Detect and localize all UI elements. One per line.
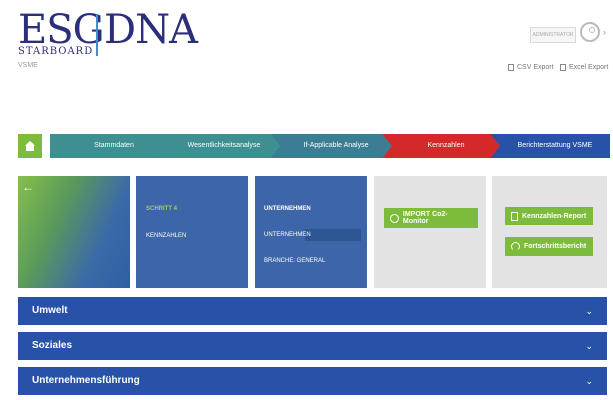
user-name-label[interactable]: ADMINISTRATOR (530, 27, 576, 43)
progress-steps: Stammdaten Wesentlichkeitsanalyse If-App… (50, 134, 610, 158)
report-card (492, 176, 607, 288)
report-document-icon (511, 211, 518, 221)
logo-tagline: STARBOARD (18, 46, 94, 57)
step-if-applicable-analyse[interactable]: If-Applicable Analyse (270, 134, 392, 158)
company-item[interactable]: UNTERNEHMEN (264, 232, 311, 238)
chevron-down-icon: ⌄ (585, 341, 593, 351)
csv-export-button[interactable]: CSV Export (508, 64, 554, 71)
step-kennzahlen[interactable]: Kennzahlen (382, 134, 500, 158)
download-circle-icon (390, 213, 399, 223)
step-card-title: SCHRITT 4 (146, 206, 178, 212)
back-panel (18, 176, 130, 288)
chevron-down-icon: ⌄ (585, 306, 593, 316)
document-icon (508, 64, 514, 71)
step-stammdaten[interactable]: Stammdaten (50, 134, 168, 158)
chevron-down-icon: ⌄ (585, 376, 593, 386)
csv-export-label: CSV Export (517, 64, 554, 71)
step-card-subtitle: KENNZAHLEN (146, 233, 187, 239)
report-label: Kennzahlen-Report (522, 212, 587, 220)
document-icon (560, 64, 566, 71)
import-co2-monitor-button[interactable]: IMPORT Co2-Monitor (384, 208, 478, 228)
step-berichterstattung-vsme[interactable]: Berichterstattung VSME (490, 134, 610, 158)
gauge-icon (511, 242, 520, 251)
logo-divider (96, 14, 98, 56)
home-icon (25, 141, 35, 151)
excel-export-label: Excel Export (569, 64, 609, 71)
progress-report-label: Fortschrittsbericht (524, 243, 587, 250)
logo-esg: ESG (18, 7, 105, 53)
accordion-label: Soziales (32, 340, 73, 351)
import-card (374, 176, 486, 288)
step-wesentlichkeitsanalyse[interactable]: Wesentlichkeitsanalyse (158, 134, 280, 158)
step-card (136, 176, 248, 288)
accordion-soziales[interactable]: Soziales ⌄ (18, 332, 607, 360)
company-select-highlight[interactable] (305, 229, 361, 241)
page-subtitle: VSME (18, 62, 38, 69)
kennzahlen-report-button[interactable]: Kennzahlen-Report (505, 207, 593, 225)
back-arrow-icon[interactable]: ← (22, 180, 34, 194)
fortschrittsbericht-button[interactable]: Fortschrittsbericht (505, 237, 593, 256)
excel-export-button[interactable]: Excel Export (560, 64, 608, 71)
accordion-label: Unternehmensführung (32, 375, 140, 386)
accordion-umwelt[interactable]: Umwelt ⌄ (18, 297, 607, 325)
branch-item: BRANCHE: GENERAL (264, 258, 326, 264)
import-label: IMPORT Co2-Monitor (402, 211, 448, 225)
chevron-right-icon[interactable]: › (603, 27, 606, 37)
avatar-icon[interactable] (580, 22, 600, 42)
home-button[interactable] (18, 134, 42, 158)
company-card-title: UNTERNEHMEN (264, 206, 311, 212)
accordion-unternehmensfuehrung[interactable]: Unternehmensführung ⌄ (18, 367, 607, 395)
accordion-label: Umwelt (32, 305, 68, 316)
logo-dna: DNA (104, 7, 198, 53)
